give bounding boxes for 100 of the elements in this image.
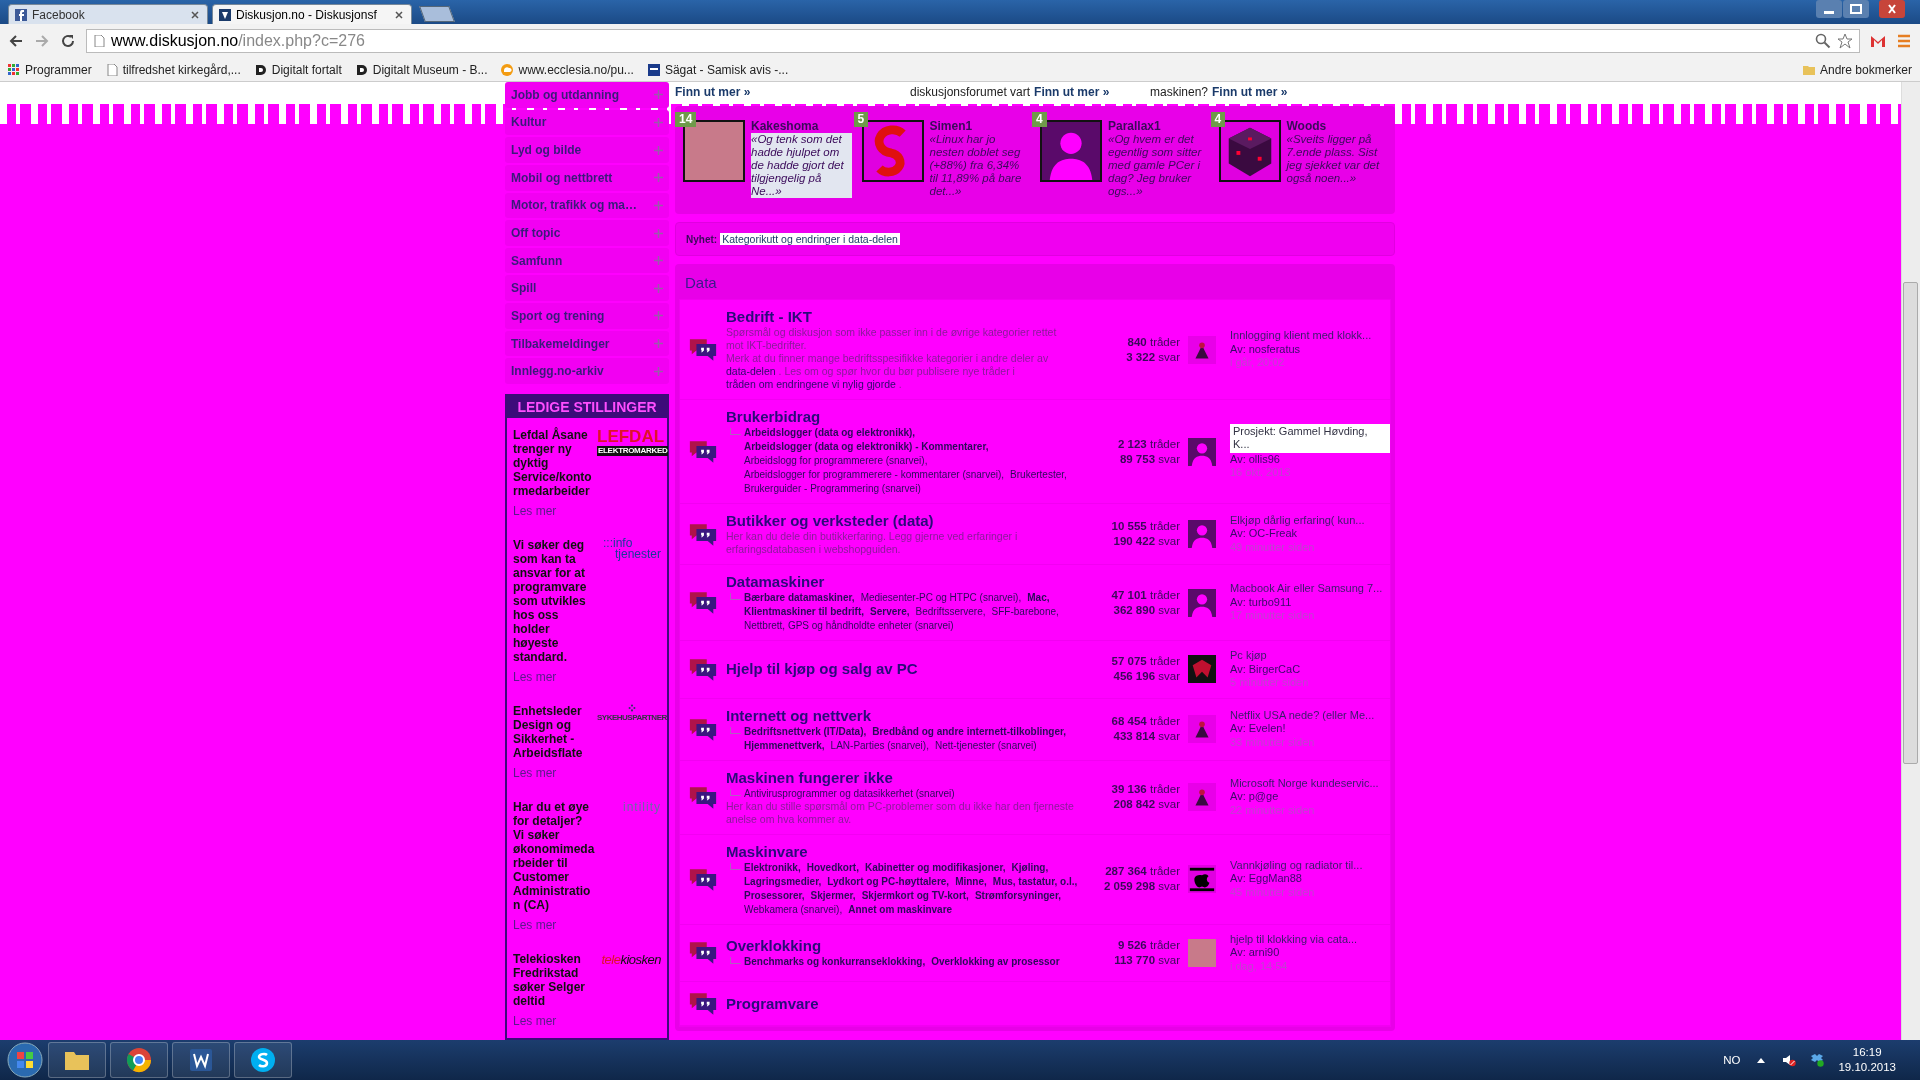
subforum-link[interactable]: Brukertester, bbox=[1010, 468, 1067, 481]
forum-title[interactable]: Brukerbidrag bbox=[726, 408, 821, 425]
last-post-link[interactable]: Innlogging klient med klokk... bbox=[1230, 329, 1372, 343]
language-indicator[interactable]: NO bbox=[1723, 1054, 1741, 1066]
browser-taskbar-button[interactable] bbox=[110, 1042, 168, 1078]
last-post-link[interactable]: Vannkjøling og radiator til... bbox=[1230, 858, 1363, 873]
category-item[interactable]: Kultur bbox=[505, 109, 669, 136]
job-ad-text[interactable]: Har du et øye for detaljer? Vi søker økonomimedarbeider til Customer Administration (CA) bbox=[513, 800, 595, 913]
forum-title[interactable]: Internett og nettverk bbox=[726, 706, 872, 724]
subforum-link[interactable]: SFF-barebone, bbox=[991, 605, 1059, 618]
subforum-link[interactable]: Skjermer, bbox=[810, 888, 856, 902]
chat-taskbar-button[interactable] bbox=[234, 1042, 292, 1078]
subforum-link[interactable]: Kabinetter og modifikasjoner, bbox=[864, 860, 1006, 874]
restore-button[interactable] bbox=[1843, 0, 1869, 18]
subforum-link[interactable]: Arbeidslogger for programmerere - kommentarer (snarvei), bbox=[744, 468, 1005, 481]
subforum-link[interactable]: Prosessorer, bbox=[744, 888, 805, 902]
close-icon[interactable] bbox=[189, 8, 201, 21]
category-item[interactable]: Spill bbox=[505, 275, 669, 302]
last-post-link[interactable]: Microsoft Norge kundeservic... bbox=[1230, 776, 1379, 791]
subforum-link[interactable]: Bedriftsservere, bbox=[915, 605, 986, 618]
user-name[interactable]: Parallax1 bbox=[1108, 120, 1161, 133]
job-ad-text[interactable]: Enhetsleder Design og Sikkerhet - Arbeidsflate bbox=[513, 704, 595, 761]
category-item[interactable]: Samfunn bbox=[505, 247, 669, 274]
subforum-link[interactable]: LAN-Parties (snarvei), bbox=[830, 738, 929, 752]
subforum-link[interactable]: Skjermkort og TV-kort, bbox=[861, 888, 969, 902]
bookmark-link[interactable]: Programmer bbox=[25, 62, 92, 77]
clock-time[interactable]: 16:19 bbox=[1852, 1045, 1882, 1060]
minimize-button[interactable] bbox=[1816, 0, 1842, 18]
forum-title[interactable]: Maskinen fungerer ikke bbox=[726, 768, 893, 786]
bookmark-link[interactable]: tilfredshet kirkegård,... bbox=[122, 62, 241, 77]
read-more-link[interactable]: Les mer bbox=[513, 670, 557, 685]
subforum-link[interactable]: Bærbare datamaskiner, bbox=[744, 591, 855, 604]
category-item[interactable]: Mobil og nettbrett bbox=[505, 164, 669, 191]
bookmark-link[interactable]: www.ecclesia.no/pu... bbox=[518, 62, 634, 77]
start-button[interactable] bbox=[6, 1041, 44, 1079]
other-bookmarks-link[interactable]: Andre bokmerker bbox=[1819, 62, 1912, 77]
subforum-link[interactable]: Bedriftsnettverk (IT/Data), bbox=[744, 724, 867, 738]
last-post-link[interactable]: hjelp til klokking via cata... bbox=[1230, 932, 1358, 946]
category-item[interactable]: Tilbakemeldinger bbox=[505, 330, 669, 357]
subforum-link[interactable]: Minne, bbox=[955, 874, 987, 888]
forum-title[interactable]: Butikker og verksteder (data) bbox=[726, 512, 934, 529]
subforum-link[interactable]: Webkamera (snarvei), bbox=[744, 902, 843, 916]
speaker-muted-icon[interactable] bbox=[1782, 1053, 1797, 1067]
forum-title[interactable]: Maskinvare bbox=[726, 842, 808, 860]
last-post-link[interactable]: Elkjøp dårlig erfaring( kun... bbox=[1230, 513, 1365, 528]
bookmark-link[interactable]: Digitalt fortalt bbox=[271, 62, 342, 77]
subforum-link[interactable]: Mac, bbox=[1027, 591, 1050, 604]
last-post-link[interactable]: Prosjekt: Gammel Høvding, K... bbox=[1230, 423, 1390, 453]
read-more-link[interactable]: Les mer bbox=[513, 766, 557, 781]
subforum-link[interactable]: Lagringsmedier, bbox=[744, 874, 822, 888]
news-link[interactable]: Kategorikutt og endringer i data-delen bbox=[720, 233, 900, 245]
subforum-link[interactable]: Benchmarks og konkurranseklokking, bbox=[744, 955, 926, 969]
mail-icon[interactable] bbox=[1870, 33, 1886, 49]
user-name[interactable]: Kakeshoma bbox=[751, 120, 819, 133]
job-ad-text[interactable]: Lefdal Åsane trenger ny dyktig Service/kontormedarbeider bbox=[513, 428, 595, 499]
category-item[interactable]: Motor, trafikk og ma… bbox=[505, 192, 669, 219]
folder-taskbar-button[interactable] bbox=[48, 1042, 106, 1078]
subforum-link[interactable]: Overklokking av prosessor bbox=[931, 955, 1060, 969]
forum-title[interactable]: Bedrift - IKT bbox=[726, 308, 812, 325]
subforum-link[interactable]: Elektronikk, bbox=[744, 860, 801, 874]
subforum-link[interactable]: Mus, tastatur, o.l., bbox=[992, 874, 1078, 888]
user-name[interactable]: Simen1 bbox=[929, 120, 973, 133]
star-icon[interactable] bbox=[1837, 33, 1853, 49]
subforum-link[interactable]: Bredbånd og andre internett-tilkoblinger, bbox=[872, 724, 1067, 738]
forum-title[interactable]: Datamaskiner bbox=[726, 573, 825, 590]
read-more-link[interactable]: Les mer bbox=[513, 1014, 557, 1029]
bookmark-link[interactable]: Sägat - Samisk avis -... bbox=[664, 62, 789, 77]
subforum-link[interactable]: Lydkort og PC-høyttalere, bbox=[827, 874, 950, 888]
scrollbar-thumb[interactable] bbox=[1903, 282, 1918, 764]
subforum-link[interactable]: Kjøling, bbox=[1011, 860, 1049, 874]
search-icon[interactable] bbox=[1815, 33, 1831, 49]
browser-tab[interactable]: Diskusjon.no - Diskusjonsf bbox=[212, 4, 412, 24]
bookmark-link[interactable]: Digitalt Museum - B... bbox=[372, 62, 488, 77]
subforum-link[interactable]: Antivirusprogrammer og datasikkerhet (snarvei) bbox=[744, 786, 955, 800]
subforum-link[interactable]: Strømforsyninger, bbox=[974, 888, 1062, 902]
subforum-link[interactable]: Brukerguider - Programmering (snarvei) bbox=[744, 482, 921, 495]
last-post-link[interactable]: Macbook Air eller Samsung 7... bbox=[1230, 582, 1383, 596]
user-name[interactable]: Woods bbox=[1286, 120, 1327, 133]
new-tab-button[interactable] bbox=[419, 6, 455, 22]
subforum-link[interactable]: Arbeidslogger (data og elektronikk) - Kommentarer, bbox=[744, 440, 989, 453]
inline-link[interactable]: data-delen bbox=[726, 365, 776, 377]
forum-title[interactable]: Hjelp til kjøp og salg av PC bbox=[726, 660, 918, 678]
job-ad-text[interactable]: Telekiosken Fredrikstad søker Selger deltid bbox=[513, 952, 595, 1009]
subforum-link[interactable]: Klientmaskiner til bedrift, bbox=[744, 605, 865, 618]
close-icon[interactable] bbox=[393, 8, 405, 21]
category-item[interactable]: Jobb og utdanning bbox=[505, 82, 669, 108]
subforum-link[interactable]: Arbeidslogger (data og elektronikk), bbox=[744, 426, 916, 439]
subforum-link[interactable]: Arbeidslogg for programmerere (snarvei), bbox=[744, 454, 928, 467]
browser-tab[interactable]: Facebook bbox=[8, 4, 208, 24]
promo-link[interactable]: Finn ut mer » bbox=[1034, 85, 1110, 99]
category-item[interactable]: Sport og trening bbox=[505, 303, 669, 329]
forum-title[interactable]: Programvare bbox=[726, 994, 819, 1012]
last-post-link[interactable]: Pc kjøp bbox=[1230, 649, 1267, 663]
read-more-link[interactable]: Les mer bbox=[513, 918, 557, 933]
subforum-link[interactable]: Nett-tjenester (snarvei) bbox=[934, 738, 1037, 752]
category-item[interactable]: Lyd og bilde bbox=[505, 137, 669, 163]
scrollbar[interactable] bbox=[1901, 82, 1920, 1040]
back-icon[interactable] bbox=[8, 33, 24, 49]
category-item[interactable]: Innlegg.no-arkiv bbox=[505, 358, 669, 385]
category-item[interactable]: Off topic bbox=[505, 220, 669, 246]
